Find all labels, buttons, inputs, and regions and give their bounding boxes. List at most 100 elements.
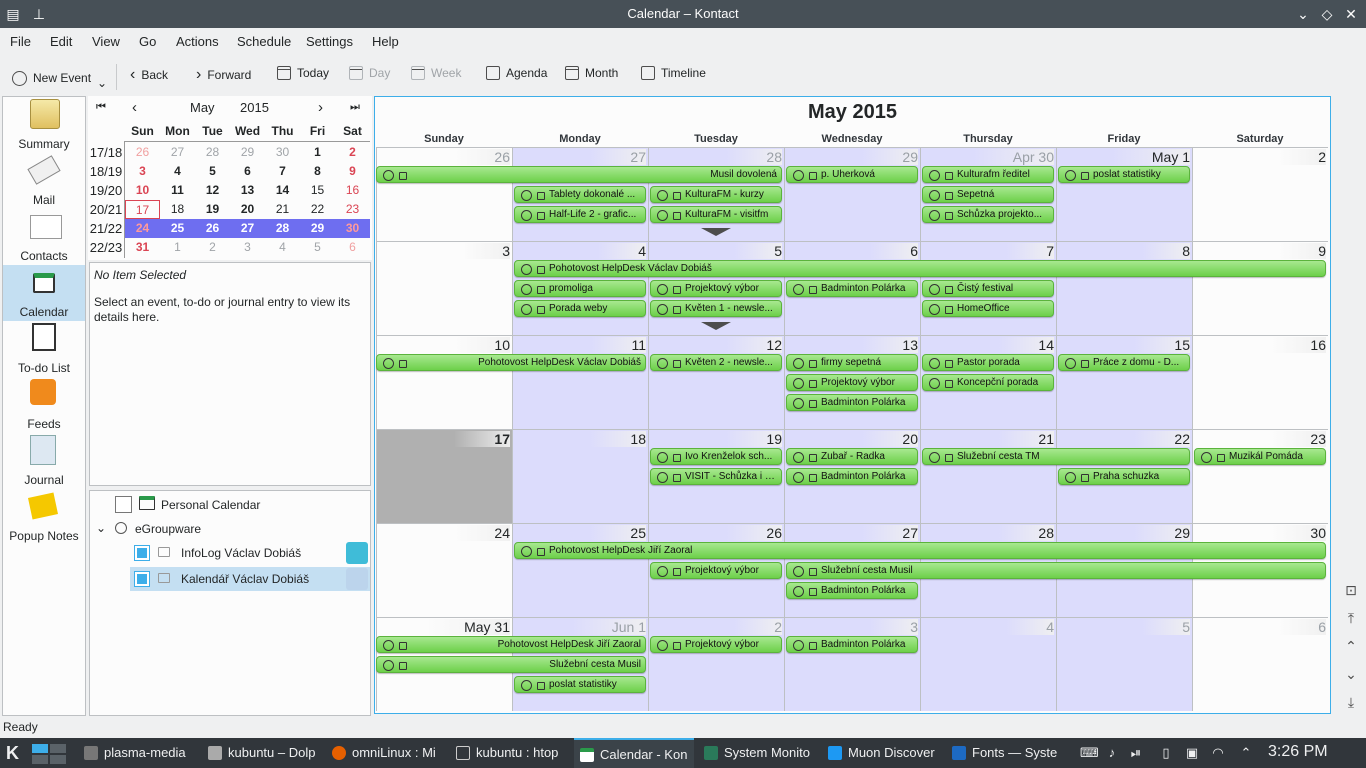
minical-month[interactable]: May xyxy=(190,100,215,115)
minical-day[interactable]: 5 xyxy=(195,162,230,181)
minical-day[interactable]: 27 xyxy=(160,143,195,162)
task-fonts[interactable]: Fonts — Syste xyxy=(946,738,1066,768)
minical-day[interactable]: 20 xyxy=(230,200,265,219)
kalendar-color-swatch[interactable] xyxy=(346,568,368,590)
calendar-event[interactable]: Badminton Polárka xyxy=(786,636,918,653)
timeline-view-button[interactable]: Timeline xyxy=(641,66,706,80)
minical-day[interactable]: 28 xyxy=(195,143,230,162)
minical-day[interactable]: 8 xyxy=(300,162,335,181)
infolog-label[interactable]: InfoLog Václav Dobiáš xyxy=(181,546,301,560)
minical-day[interactable]: 14 xyxy=(265,181,300,200)
day-cell[interactable]: 2 xyxy=(1192,147,1328,241)
desktop4-icon[interactable] xyxy=(50,755,66,764)
sidebar-item-popup-notes[interactable]: Popup Notes xyxy=(3,489,85,545)
menu-edit[interactable]: Edit xyxy=(50,34,72,49)
day-cell[interactable]: 9 xyxy=(1192,241,1328,335)
sidebar-item-calendar[interactable]: Calendar xyxy=(3,265,85,321)
calendar-event[interactable]: Pohotovost HelpDesk Václav Dobiáš xyxy=(376,354,646,371)
calendar-event[interactable]: Pohotovost HelpDesk Václav Dobiáš xyxy=(514,260,1326,277)
week-number[interactable]: 19/20 xyxy=(88,181,124,200)
day-cell[interactable]: 15 xyxy=(1056,335,1192,429)
calendar-event[interactable]: KulturaFM - visitfm xyxy=(650,206,782,223)
media-icon[interactable]: ⏯ xyxy=(1128,745,1144,761)
scroll-top-icon[interactable]: ⤒ xyxy=(1340,608,1362,628)
minical-day[interactable]: 26 xyxy=(125,143,160,162)
calendar-event[interactable]: Projektový výbor xyxy=(650,562,782,579)
day-cell[interactable]: 18 xyxy=(512,429,648,523)
calendar-event[interactable]: Čistý festival xyxy=(922,280,1054,297)
week-number[interactable]: 22/23 xyxy=(88,238,124,257)
menu-help[interactable]: Help xyxy=(372,34,399,49)
minical-day[interactable]: 28 xyxy=(265,219,300,238)
minical-day[interactable]: 26 xyxy=(195,219,230,238)
forward-button[interactable]: › Forward xyxy=(196,66,251,84)
week-number[interactable]: 21/22 xyxy=(88,219,124,238)
day-cell[interactable]: 4 xyxy=(920,617,1056,711)
calendar-event[interactable]: promoliga xyxy=(514,280,646,297)
calendar-event[interactable]: Kulturafm ředitel xyxy=(922,166,1054,183)
minical-day[interactable]: 13 xyxy=(230,181,265,200)
menu-go[interactable]: Go xyxy=(139,34,156,49)
minical-day[interactable]: 29 xyxy=(230,143,265,162)
minical-day[interactable]: 2 xyxy=(195,238,230,257)
day-cell[interactable]: 23 xyxy=(1192,429,1328,523)
scroll-bottom-icon[interactable]: ⤓ xyxy=(1340,692,1362,712)
previous-year-icon[interactable]: ⏮ xyxy=(96,101,106,114)
tray-expand-icon[interactable]: ⌃ xyxy=(1238,745,1254,761)
minical-day[interactable]: 3 xyxy=(230,238,265,257)
desktop1-icon[interactable] xyxy=(32,744,48,753)
minical-day[interactable]: 16 xyxy=(335,181,370,200)
minical-day[interactable]: 24 xyxy=(125,219,160,238)
chevron-down-icon[interactable]: ⌄ xyxy=(97,76,107,90)
minical-day[interactable]: 15 xyxy=(300,181,335,200)
minical-day[interactable]: 23 xyxy=(335,200,370,219)
minical-day[interactable]: 18 xyxy=(160,200,195,219)
week-view-button[interactable]: Week xyxy=(411,66,461,80)
minical-year[interactable]: 2015 xyxy=(240,100,269,115)
close-icon[interactable]: ✕ xyxy=(1342,5,1360,23)
calendar-event[interactable]: Badminton Polárka xyxy=(786,582,918,599)
calendar-event[interactable]: Pohotovost HelpDesk Jiří Zaoral xyxy=(376,636,646,653)
scroll-down-icon[interactable]: ⌄ xyxy=(1340,664,1362,684)
kalendar-checkbox[interactable] xyxy=(134,571,150,587)
day-cell[interactable]: 21 xyxy=(920,429,1056,523)
calendar-event[interactable]: Služební cesta TM xyxy=(922,448,1190,465)
calendar-event[interactable]: Koncepční porada xyxy=(922,374,1054,391)
minical-day[interactable]: 6 xyxy=(230,162,265,181)
minical-day[interactable]: 5 xyxy=(300,238,335,257)
minical-day[interactable]: 30 xyxy=(265,143,300,162)
minical-day[interactable]: 3 xyxy=(125,162,160,181)
day-cell[interactable]: 24 xyxy=(376,523,512,617)
minical-day[interactable]: 10 xyxy=(125,181,160,200)
task-htop[interactable]: kubuntu : htop xyxy=(450,738,570,768)
minical-day[interactable]: 19 xyxy=(195,200,230,219)
minical-day[interactable]: 30 xyxy=(335,219,370,238)
calendar-event[interactable]: Badminton Polárka xyxy=(786,280,918,297)
desktop3-icon[interactable] xyxy=(32,755,48,764)
calendar-event[interactable]: Květen 1 - newsle... xyxy=(650,300,782,317)
devices-icon[interactable]: ▯ xyxy=(1158,745,1174,761)
minical-day[interactable]: 9 xyxy=(335,162,370,181)
month-view-button[interactable]: Month xyxy=(565,66,618,80)
back-button[interactable]: ‹ Back xyxy=(130,66,168,84)
sidebar-item-journal[interactable]: Journal xyxy=(3,433,85,489)
sidebar-item-summary[interactable]: Summary xyxy=(3,97,85,153)
day-view-button[interactable]: Day xyxy=(349,66,390,80)
menu-actions[interactable]: Actions xyxy=(176,34,219,49)
vault-icon[interactable]: ▣ xyxy=(1184,745,1200,761)
next-month-icon[interactable]: › xyxy=(318,99,323,116)
personal-calendar-label[interactable]: Personal Calendar xyxy=(161,498,260,512)
volume-icon[interactable]: ♪ xyxy=(1104,745,1120,761)
infolog-color-swatch[interactable] xyxy=(346,542,368,564)
day-cell[interactable]: May 1 xyxy=(1056,147,1192,241)
minical-day[interactable]: 12 xyxy=(195,181,230,200)
calendar-event[interactable]: Muzikál Pomáda xyxy=(1194,448,1326,465)
day-cell[interactable]: 16 xyxy=(1192,335,1328,429)
task-plasma-media[interactable]: plasma-media xyxy=(78,738,198,768)
scroll-up-icon[interactable]: ⌃ xyxy=(1340,636,1362,656)
calendar-event[interactable]: Služební cesta Musil xyxy=(786,562,1326,579)
calendar-event[interactable]: Zubař - Radka xyxy=(786,448,918,465)
sidebar-item-feeds[interactable]: Feeds xyxy=(3,377,85,433)
minical-day[interactable]: 1 xyxy=(300,143,335,162)
day-cell[interactable]: 10 xyxy=(376,335,512,429)
